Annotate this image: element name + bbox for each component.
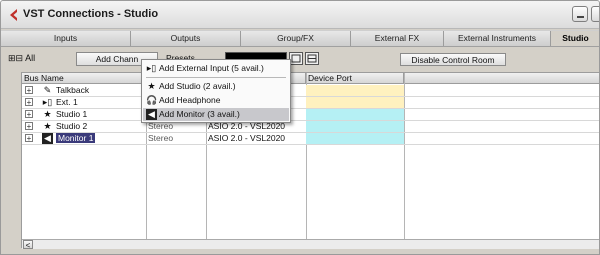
monitor-icon: ◀: [146, 109, 157, 120]
expand-icon[interactable]: +: [25, 86, 33, 95]
tab-studio[interactable]: Studio: [551, 31, 599, 46]
title-bar: VST Connections - Studio: [1, 1, 599, 29]
window-title: VST Connections - Studio: [23, 8, 159, 20]
expand-icon[interactable]: +: [25, 122, 33, 131]
table-header: Bus Name Device Port: [22, 73, 599, 84]
menu-item-add-studio[interactable]: ★ Add Studio (2 avail.): [143, 80, 289, 93]
disable-control-room-button[interactable]: Disable Control Room: [400, 53, 506, 66]
star-icon: ★: [43, 121, 52, 131]
expand-all-label: All: [25, 53, 36, 63]
table-row[interactable]: + ✎ Talkback: [22, 85, 599, 97]
table-row[interactable]: + ★ Studio 2 Stereo ASIO 2.0 - VSL2020: [22, 121, 599, 133]
close-button[interactable]: [591, 6, 599, 22]
tab-external-instruments[interactable]: External Instruments: [444, 31, 551, 46]
external-input-icon: ▸▯: [146, 63, 157, 73]
speakers-cell[interactable]: Stereo: [148, 133, 204, 144]
expand-icon[interactable]: +: [25, 110, 33, 119]
column-device-port[interactable]: Device Port: [306, 73, 404, 84]
scroll-left-arrow-icon[interactable]: <: [23, 240, 33, 250]
bus-name[interactable]: Studio 1: [56, 109, 144, 120]
device-port-cell[interactable]: [306, 121, 404, 132]
tab-inputs[interactable]: Inputs: [1, 31, 131, 46]
menu-item-add-external-input[interactable]: ▸▯ Add External Input (5 avail.): [143, 62, 289, 75]
add-channel-menu: ▸▯ Add External Input (5 avail.) ★ Add S…: [141, 59, 291, 123]
store-preset-icon[interactable]: [289, 52, 303, 65]
expand-icon[interactable]: +: [25, 134, 33, 143]
tab-external-fx[interactable]: External FX: [351, 31, 444, 46]
headphone-icon: 🎧: [146, 95, 158, 105]
expand-icon[interactable]: +: [25, 98, 33, 107]
menu-item-label: Add External Input (5 avail.): [159, 63, 264, 73]
audio-device-cell[interactable]: ASIO 2.0 - VSL2020: [208, 133, 304, 144]
menu-item-label: Add Headphone: [159, 95, 221, 105]
table-row[interactable]: + ▸▯ Ext. 1: [22, 97, 599, 109]
star-icon: ★: [43, 109, 52, 119]
bus-name[interactable]: Monitor 1: [56, 133, 144, 144]
device-port-cell[interactable]: [306, 97, 404, 108]
bus-name[interactable]: Talkback: [56, 85, 144, 96]
expand-all-icon: ⊞⊟: [8, 53, 24, 63]
minimize-button[interactable]: [572, 6, 588, 22]
bus-name-selected: Monitor 1: [56, 133, 96, 143]
tab-outputs[interactable]: Outputs: [131, 31, 241, 46]
menu-item-label: Add Monitor (3 avail.): [159, 109, 240, 119]
cubase-logo-icon: [10, 9, 17, 21]
external-input-icon: ▸▯: [42, 97, 53, 107]
menu-item-add-monitor[interactable]: ◀ Add Monitor (3 avail.): [143, 108, 289, 121]
menu-item-add-headphone[interactable]: 🎧 Add Headphone: [143, 94, 289, 107]
bus-name[interactable]: Ext. 1: [56, 97, 144, 108]
remove-preset-icon[interactable]: [305, 52, 319, 65]
bus-table: Bus Name Device Port + ✎ Talkback + ▸▯ E…: [21, 72, 599, 250]
toolbar: ⊞⊟ All Add Chann Presets Disable Control…: [1, 48, 599, 70]
table-row[interactable]: + ★ Studio 1: [22, 109, 599, 121]
device-port-cell[interactable]: [306, 85, 404, 96]
menu-item-label: Add Studio (2 avail.): [159, 81, 236, 91]
talkback-icon: ✎: [43, 85, 52, 95]
column-bus-name[interactable]: Bus Name: [22, 73, 146, 84]
device-port-cell[interactable]: [306, 109, 404, 120]
bus-name[interactable]: Studio 2: [56, 121, 144, 132]
menu-separator: [146, 77, 286, 78]
tab-bar: Inputs Outputs Group/FX External FX Exte…: [1, 30, 599, 47]
expand-collapse-all-button[interactable]: ⊞⊟ All: [8, 53, 35, 64]
device-port-cell[interactable]: [306, 133, 404, 144]
horizontal-scrollbar[interactable]: <: [22, 239, 599, 250]
star-icon: ★: [147, 81, 156, 91]
vst-connections-window: VST Connections - Studio Inputs Outputs …: [0, 0, 600, 255]
monitor-icon: ◀: [42, 133, 53, 144]
table-row[interactable]: + ◀ Monitor 1 Stereo ASIO 2.0 - VSL2020: [22, 133, 599, 145]
tab-group-fx[interactable]: Group/FX: [241, 31, 351, 46]
